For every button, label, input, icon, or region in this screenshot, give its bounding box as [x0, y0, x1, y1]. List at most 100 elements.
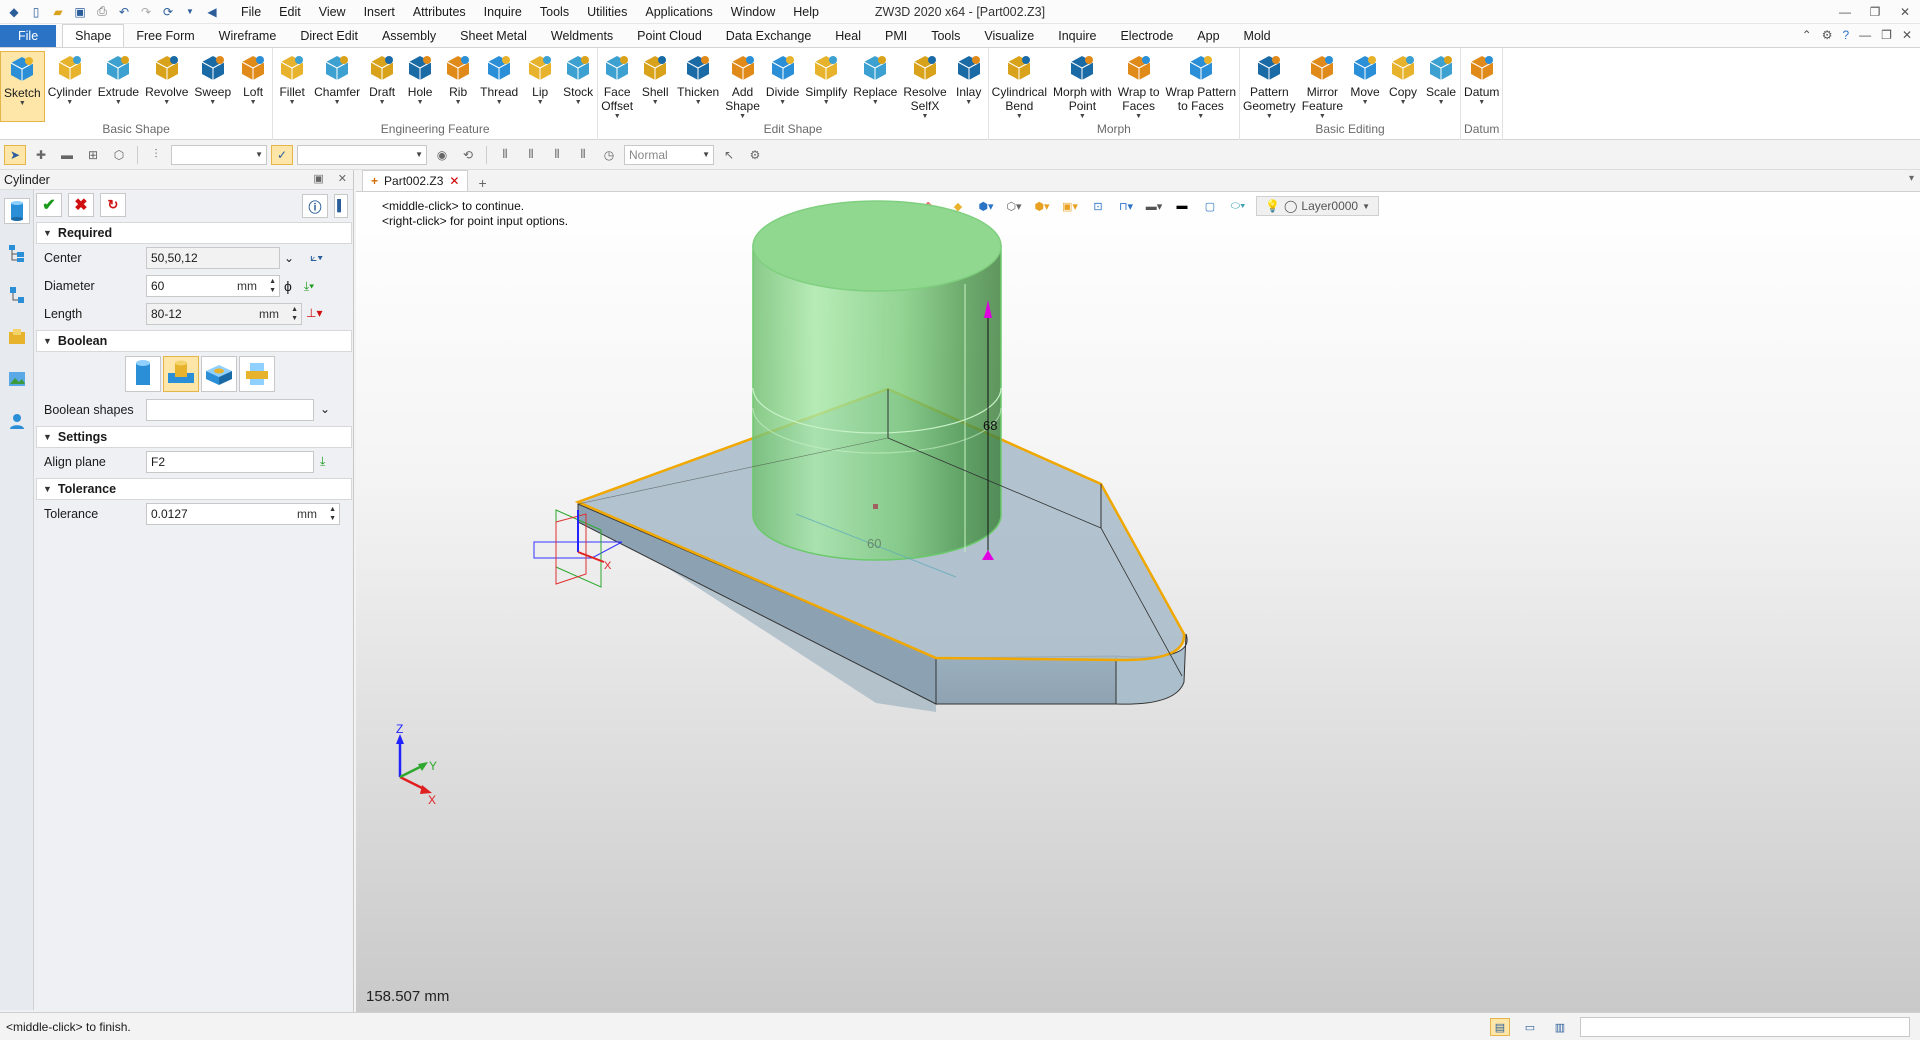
pin-4-icon[interactable]: ⫴: [572, 145, 594, 165]
tab-electrode[interactable]: Electrode: [1108, 25, 1185, 47]
select-shape-icon[interactable]: ⬡: [108, 145, 130, 165]
rotate-view-icon[interactable]: ⟲: [457, 145, 479, 165]
revolve-button[interactable]: Revolve ▼: [142, 51, 191, 122]
app-logo-icon[interactable]: ◆: [4, 3, 24, 21]
pin-3-icon[interactable]: ⫴: [546, 145, 568, 165]
boolean-add-icon[interactable]: [163, 356, 199, 392]
pick-mode-combo[interactable]: ▼: [297, 144, 427, 165]
smart-pick-icon[interactable]: ✓: [271, 144, 293, 165]
menu-insert[interactable]: Insert: [355, 5, 404, 19]
menu-window[interactable]: Window: [722, 5, 784, 19]
filter-combo[interactable]: ▼: [171, 144, 267, 165]
wrap-faces-button[interactable]: Wrap to Faces ▼: [1115, 51, 1163, 122]
tab-file[interactable]: File: [0, 25, 57, 47]
close-icon[interactable]: ✕: [1890, 5, 1920, 19]
menu-tools[interactable]: Tools: [531, 5, 578, 19]
tab-heal[interactable]: Heal: [823, 25, 873, 47]
copy-button[interactable]: Copy ▼: [1384, 51, 1422, 122]
tab-point-cloud[interactable]: Point Cloud: [625, 25, 714, 47]
part-library-icon[interactable]: [4, 324, 30, 350]
simplify-button[interactable]: Simplify ▼: [802, 51, 850, 122]
scale-button[interactable]: Scale ▼: [1422, 51, 1460, 122]
new-tab-icon[interactable]: +: [478, 175, 486, 191]
shell-button[interactable]: Shell ▼: [636, 51, 674, 122]
tolerance-section-header[interactable]: ▼ Tolerance: [36, 478, 352, 500]
panel-pin-icon[interactable]: ▣: [313, 172, 323, 185]
tab-app[interactable]: App: [1185, 25, 1231, 47]
tab-mold[interactable]: Mold: [1232, 25, 1283, 47]
lip-button[interactable]: Lip ▼: [521, 51, 559, 122]
info-icon[interactable]: ⓘ: [302, 194, 328, 218]
assembly-tree-icon[interactable]: [4, 282, 30, 308]
point-options-icon[interactable]: ⟀▾: [310, 250, 323, 265]
loft-button[interactable]: Loft ▼: [234, 51, 272, 122]
back-arrow-icon[interactable]: ◀: [202, 3, 222, 21]
morph-point-button[interactable]: Morph with Point ▼: [1050, 51, 1115, 122]
extrude-button[interactable]: Extrude ▼: [95, 51, 142, 122]
chamfer-button[interactable]: Chamfer ▼: [311, 51, 363, 122]
options-gear-icon[interactable]: ⚙: [744, 145, 766, 165]
tolerance-input[interactable]: 0.0127 mm ▲ ▼: [146, 503, 340, 525]
render-mode-combo[interactable]: Normal ▼: [624, 144, 714, 165]
measure-pick-icon[interactable]: ⤓▾: [304, 279, 314, 294]
resolve-selfx-button[interactable]: Resolve SelfX ▼: [900, 51, 949, 122]
window-layout-icon[interactable]: ▥: [1550, 1018, 1570, 1036]
minimize-icon[interactable]: —: [1830, 5, 1860, 19]
replace-button[interactable]: Replace ▼: [850, 51, 900, 122]
move-button[interactable]: Move ▼: [1346, 51, 1384, 122]
expand-panel-icon[interactable]: ▌: [334, 194, 348, 218]
cylinder-tab-icon[interactable]: [3, 198, 30, 224]
remove-pick-icon[interactable]: ▬: [56, 145, 78, 165]
add-pick-icon[interactable]: ✚: [30, 145, 52, 165]
rib-button[interactable]: Rib ▼: [439, 51, 477, 122]
cylinder-button[interactable]: Cylinder ▼: [45, 51, 95, 122]
close-tab-icon[interactable]: ✕: [449, 174, 459, 188]
command-input[interactable]: [1580, 1017, 1910, 1037]
tab-list-icon[interactable]: ▾: [1909, 173, 1914, 184]
diameter-input[interactable]: 60 mm ▲ ▼: [146, 275, 280, 297]
help-icon[interactable]: ?: [1842, 28, 1849, 42]
menu-attributes[interactable]: Attributes: [404, 5, 475, 19]
filter-list-icon[interactable]: ⫶: [145, 145, 167, 165]
cancel-button[interactable]: ✖: [68, 193, 94, 217]
fillet-button[interactable]: Fillet ▼: [273, 51, 311, 122]
tab-data-exchange[interactable]: Data Exchange: [714, 25, 823, 47]
ok-button[interactable]: ✔: [36, 193, 62, 217]
datum-button[interactable]: Datum ▼: [1461, 51, 1502, 122]
menu-applications[interactable]: Applications: [636, 5, 721, 19]
doc-close-icon[interactable]: ✕: [1902, 28, 1912, 42]
pick-plane-icon[interactable]: ⤓: [320, 454, 325, 469]
settings-section-header[interactable]: ▼ Settings: [36, 426, 352, 448]
pin-icon[interactable]: ⫴: [494, 145, 516, 165]
boolean-shapes-input[interactable]: [146, 399, 314, 421]
tab-sheet-metal[interactable]: Sheet Metal: [448, 25, 539, 47]
menu-view[interactable]: View: [310, 5, 355, 19]
expand-double-chevron-icon[interactable]: ⌄: [320, 402, 330, 416]
length-input[interactable]: 80-12 mm ▲ ▼: [146, 303, 302, 325]
doc-restore-icon[interactable]: ❐: [1881, 28, 1892, 42]
history-tree-icon[interactable]: [4, 240, 30, 266]
refresh-icon[interactable]: ⟳: [158, 3, 178, 21]
tab-visualize[interactable]: Visualize: [972, 25, 1046, 47]
manager-toggle-icon[interactable]: ▤: [1490, 1018, 1510, 1036]
sketch-button[interactable]: Sketch ▼: [0, 51, 45, 122]
boolean-intersect-icon[interactable]: [239, 356, 275, 392]
sweep-button[interactable]: Sweep ▼: [191, 51, 234, 122]
tab-direct-edit[interactable]: Direct Edit: [288, 25, 370, 47]
restore-icon[interactable]: ❐: [1860, 5, 1890, 19]
hole-button[interactable]: Hole ▼: [401, 51, 439, 122]
cylindrical-bend-button[interactable]: Cylindrical Bend ▼: [989, 51, 1050, 122]
required-section-header[interactable]: ▼ Required: [36, 222, 352, 244]
boolean-remove-icon[interactable]: [201, 356, 237, 392]
center-input[interactable]: 50,50,12: [146, 247, 280, 269]
open-folder-icon[interactable]: ▰: [48, 3, 68, 21]
diameter-symbol-icon[interactable]: ϕ: [284, 278, 292, 294]
add-shape-button[interactable]: Add Shape ▼: [722, 51, 763, 122]
divide-button[interactable]: Divide ▼: [763, 51, 802, 122]
stock-button[interactable]: Stock ▼: [559, 51, 597, 122]
tab-weldments[interactable]: Weldments: [539, 25, 625, 47]
doc-minimize-icon[interactable]: —: [1859, 28, 1871, 42]
center-point-marker[interactable]: [873, 504, 878, 509]
tab-wireframe[interactable]: Wireframe: [207, 25, 289, 47]
panel-close-icon[interactable]: ✕: [338, 172, 347, 185]
